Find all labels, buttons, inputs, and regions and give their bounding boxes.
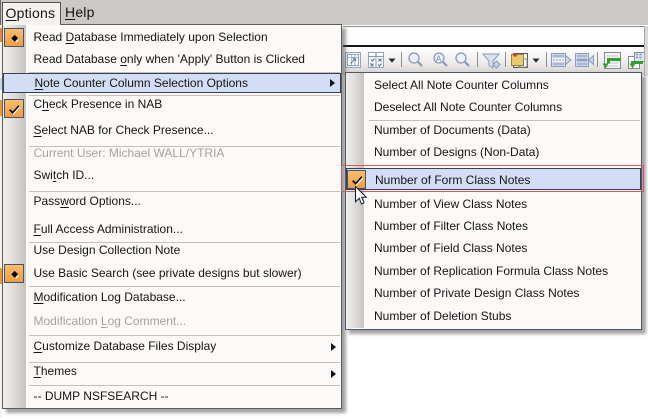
svg-text:A: A <box>436 55 442 64</box>
